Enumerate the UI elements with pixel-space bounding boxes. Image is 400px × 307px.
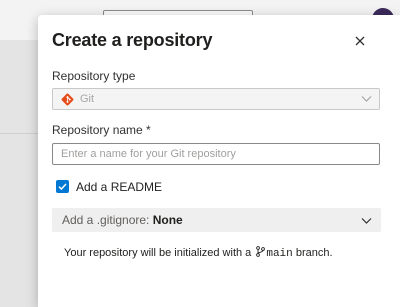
branch-icon [256,246,266,257]
dialog-title: Create a repository [52,30,213,50]
repository-name-input[interactable] [52,143,380,165]
repository-type-dropdown[interactable]: Git [52,88,380,110]
checkmark-icon [58,183,67,191]
info-text-before: Your repository will be initialized with… [64,247,252,259]
chevron-down-icon [361,218,372,224]
gitignore-dropdown[interactable]: Add a .gitignore: None [52,208,381,232]
gitignore-label: Add a .gitignore: None [62,213,183,227]
background-divider [0,133,38,134]
repository-name-label: Repository name * [52,123,151,137]
gitignore-value: None [152,213,183,227]
close-button[interactable] [352,33,368,49]
repository-type-value: Git [80,93,95,105]
add-readme-label[interactable]: Add a README [76,180,162,194]
git-icon [61,93,74,106]
initialization-info: Your repository will be initialized with… [64,246,333,260]
chevron-down-icon [361,96,372,102]
create-repository-dialog: Create a repository Repository type Git … [38,15,400,307]
add-readme-checkbox[interactable] [56,180,69,193]
info-text-after: branch. [295,247,333,259]
branch-name: main [266,248,293,260]
background-panel [0,40,38,307]
gitignore-prefix: Add a .gitignore: [62,213,153,227]
repository-type-label: Repository type [52,69,136,83]
close-icon [355,36,365,46]
